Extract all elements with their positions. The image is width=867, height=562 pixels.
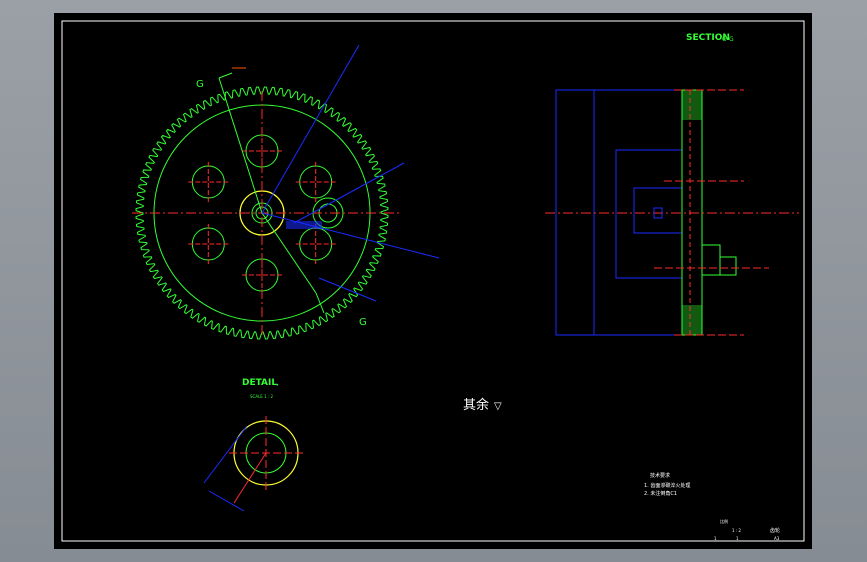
section-bore-outline — [633, 187, 682, 234]
gear-tooth-hatch-top — [682, 90, 702, 120]
section-view: SECTION G-G — [545, 33, 799, 336]
detail-leader — [233, 452, 267, 504]
cut-mark-top-label: G — [196, 79, 204, 90]
dimension-leader-diameter — [261, 44, 360, 214]
surface-symbol: ▽ — [494, 401, 502, 412]
title-block-sheet-a: 1 — [714, 536, 717, 541]
title-block-drawing-name: 齿轮 — [770, 527, 780, 534]
dimension-leader-pcd — [318, 277, 377, 302]
gear-tooth-hatch-bottom — [682, 305, 702, 335]
tech-notes-heading: 技术要求 — [650, 472, 670, 479]
title-block-sheet-b: 1 — [736, 536, 739, 541]
tech-notes-line-2: 2. 未注倒角C1 — [644, 490, 677, 497]
dimension-text-bore — [286, 221, 322, 229]
pin-section — [719, 256, 737, 276]
title-block-sheet-c: A3 — [774, 536, 780, 541]
section-cut-line — [218, 77, 317, 294]
cut-arrow-top — [218, 72, 233, 79]
cut-mark-bottom-label: G — [359, 317, 367, 328]
dimension-leader-bore — [261, 212, 440, 259]
detail-scale: SCALE 1 : 2 — [250, 394, 274, 399]
detail-title: DETAIL — [242, 378, 277, 388]
detail-view: DETAIL , SCALE 1 : 2 — [203, 378, 304, 512]
cad-drawing-canvas: G G SECTION G-G DETAIL , SCALE 1: 2 其余 … — [61, 20, 805, 542]
pin-boss-section — [701, 244, 721, 276]
title-block-label-b: 1 : 2 — [732, 528, 741, 533]
gear-front-view: G G — [132, 44, 440, 340]
section-title-suffix: G-G — [722, 36, 734, 43]
drawing-sheet: G G SECTION G-G DETAIL , SCALE 1: 2 其余 … — [54, 13, 812, 549]
tech-notes-line-1: 1. 齿面渗碳淬火处理 — [644, 482, 690, 489]
cut-leader-bottom — [315, 292, 325, 314]
detail-dim-line-left — [203, 425, 248, 484]
detail-dim-line-bottom — [208, 490, 245, 512]
surface-note: 其余 — [463, 397, 489, 413]
section-hub-outline — [615, 149, 682, 279]
detail-title-suffix: , — [276, 378, 279, 388]
title-block-label-a: 比例 — [720, 518, 728, 524]
dimension-leader-hole — [293, 162, 405, 224]
